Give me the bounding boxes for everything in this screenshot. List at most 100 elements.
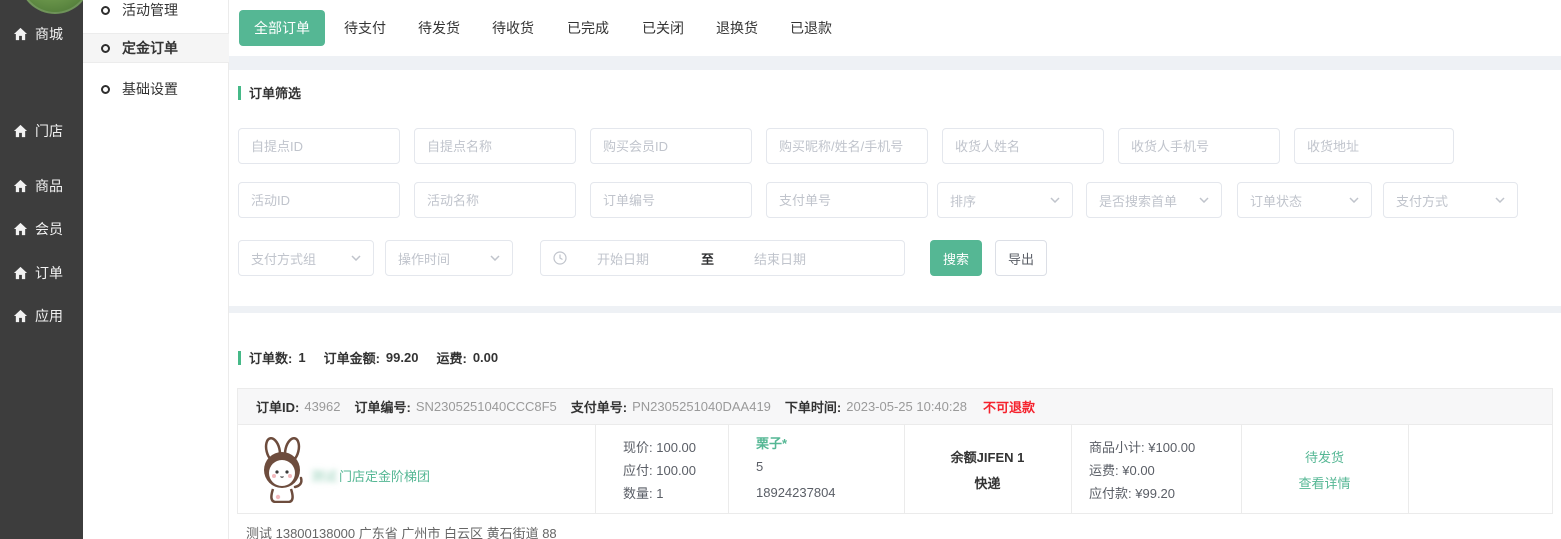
date-to-label: 至 [701, 249, 714, 268]
activity-id-input[interactable] [238, 182, 400, 218]
circle-icon [101, 85, 110, 94]
tab-refunded[interactable]: 已退款 [790, 0, 832, 56]
select-placeholder: 订单状态 [1250, 191, 1302, 210]
chevron-down-icon [351, 255, 361, 261]
buyer-nickname-input[interactable] [766, 128, 928, 164]
buyer-member-id: 5 [756, 459, 763, 474]
pay-sn-input[interactable] [766, 182, 928, 218]
tab-closed[interactable]: 已关闭 [642, 0, 684, 56]
order-admin-page: 商城 门店 商品 会员 订单 应用 活动管理 定金订单 [0, 0, 1561, 539]
submenu-item-label: 活动管理 [122, 0, 178, 20]
clock-icon [553, 251, 567, 265]
receiver-name-input[interactable] [942, 128, 1104, 164]
view-detail-link[interactable]: 查看详情 [1241, 473, 1408, 492]
green-marker [238, 86, 241, 100]
chevron-down-icon [1495, 197, 1505, 203]
column-divider [1241, 425, 1242, 514]
pay-method-select[interactable]: 支付方式 [1383, 182, 1518, 218]
pickup-name-input[interactable] [414, 128, 576, 164]
home-icon [13, 266, 28, 280]
redacted-prefix: 测试 [311, 469, 337, 484]
divider-band [229, 56, 1561, 70]
order-id-value: 43962 [304, 399, 340, 414]
circle-icon [101, 44, 110, 53]
activity-name-input[interactable] [414, 182, 576, 218]
order-status-select[interactable]: 订单状态 [1237, 182, 1372, 218]
divider-band [229, 306, 1561, 313]
store-logo[interactable] [19, 0, 91, 14]
pickup-id-input[interactable] [238, 128, 400, 164]
sort-select[interactable]: 排序 [937, 182, 1073, 218]
start-date-placeholder[interactable]: 开始日期 [597, 249, 649, 268]
home-icon [13, 179, 28, 193]
secondary-sidebar: 活动管理 定金订单 基础设置 [83, 0, 229, 539]
order-sn-input[interactable] [590, 182, 752, 218]
pay-method-group-select[interactable]: 支付方式组 [238, 240, 374, 276]
order-sn-value: SN2305251040CCC8F5 [416, 399, 557, 414]
column-divider [595, 425, 596, 514]
buyer-nickname[interactable]: 栗子* [756, 433, 787, 452]
select-placeholder: 是否搜索首单 [1099, 191, 1177, 210]
tab-pending-payment[interactable]: 待支付 [344, 0, 386, 56]
order-sn-label: 订单编号: [355, 397, 411, 416]
chevron-down-icon [1050, 197, 1060, 203]
filter-section-title: 订单筛选 [238, 83, 301, 102]
main-content: 全部订单 待支付 待发货 待收货 已完成 已关闭 退换货 已退款 订单筛选 [229, 0, 1561, 539]
chevron-down-icon [490, 255, 500, 261]
first-order-select[interactable]: 是否搜索首单 [1086, 182, 1222, 218]
submenu-item-label: 基础设置 [122, 79, 178, 99]
end-date-placeholder[interactable]: 结束日期 [754, 249, 806, 268]
sidebar-item-orders[interactable]: 订单 [0, 263, 83, 283]
amount-due-line: 应付款: ¥99.20 [1089, 483, 1175, 502]
sidebar-item-label: 商城 [35, 24, 63, 44]
operate-time-select[interactable]: 操作时间 [385, 240, 513, 276]
submenu-item-deposit-orders[interactable]: 定金订单 [83, 33, 229, 63]
current-price-line: 现价: 100.00 [623, 437, 696, 456]
submenu-item-basic-settings[interactable]: 基础设置 [83, 79, 229, 99]
sidebar-item-members[interactable]: 会员 [0, 219, 83, 239]
sidebar-item-label: 订单 [35, 263, 63, 283]
receiver-phone-input[interactable] [1118, 128, 1280, 164]
sidebar-item-label: 应用 [35, 306, 63, 326]
results-panel: 订单数: 1 订单金额: 99.20 运费: 0.00 订单ID: 43962 … [229, 313, 1561, 539]
delivery-method: 快递 [904, 473, 1071, 492]
freight-line: 运费: ¥0.00 [1089, 460, 1155, 479]
order-card-header: 订单ID: 43962 订单编号: SN2305251040CCC8F5 支付单… [238, 389, 1552, 425]
export-button[interactable]: 导出 [995, 240, 1047, 276]
buyer-member-id-input[interactable] [590, 128, 752, 164]
freight-value: 0.00 [473, 350, 498, 365]
chevron-down-icon [1349, 197, 1359, 203]
order-status-tabbar: 全部订单 待支付 待发货 待收货 已完成 已关闭 退换货 已退款 [229, 0, 1561, 56]
order-id-label: 订单ID: [256, 397, 299, 416]
order-item-row: 测试门店定金阶梯团 现价: 100.00 应付: 100.00 数量: 1 栗子… [238, 425, 1552, 514]
product-name-text: 门店定金阶梯团 [339, 469, 430, 484]
tab-completed[interactable]: 已完成 [567, 0, 609, 56]
sidebar-item-mall[interactable]: 商城 [0, 24, 83, 44]
sidebar-item-label: 会员 [35, 219, 63, 239]
sidebar-item-apps[interactable]: 应用 [0, 306, 83, 326]
search-button[interactable]: 搜索 [930, 240, 982, 276]
primary-sidebar: 商城 门店 商品 会员 订单 应用 [0, 0, 83, 539]
sidebar-item-goods[interactable]: 商品 [0, 176, 83, 196]
receiver-address-input[interactable] [1294, 128, 1454, 164]
date-range-picker[interactable]: 开始日期 至 结束日期 [540, 240, 905, 276]
quantity-line: 数量: 1 [623, 483, 663, 502]
payment-method: 余额JIFEN 1 [904, 447, 1071, 466]
tab-pending-shipment[interactable]: 待发货 [418, 0, 460, 56]
order-card: 订单ID: 43962 订单编号: SN2305251040CCC8F5 支付单… [237, 388, 1553, 514]
tab-all-orders[interactable]: 全部订单 [239, 10, 325, 46]
tab-returns[interactable]: 退换货 [716, 0, 758, 56]
select-placeholder: 排序 [950, 191, 976, 210]
column-divider [1071, 425, 1072, 514]
column-divider [904, 425, 905, 514]
freight-label: 运费: [436, 348, 466, 367]
product-name[interactable]: 测试门店定金阶梯团 [311, 466, 430, 485]
pay-sn-label: 支付单号: [571, 397, 627, 416]
tab-pending-receipt[interactable]: 待收货 [492, 0, 534, 56]
item-status: 待发货 [1241, 447, 1408, 466]
green-marker [238, 351, 241, 365]
submenu-item-activity[interactable]: 活动管理 [83, 0, 229, 20]
home-icon [13, 222, 28, 236]
sidebar-item-shop[interactable]: 门店 [0, 121, 83, 141]
orders-count-value: 1 [298, 350, 305, 365]
